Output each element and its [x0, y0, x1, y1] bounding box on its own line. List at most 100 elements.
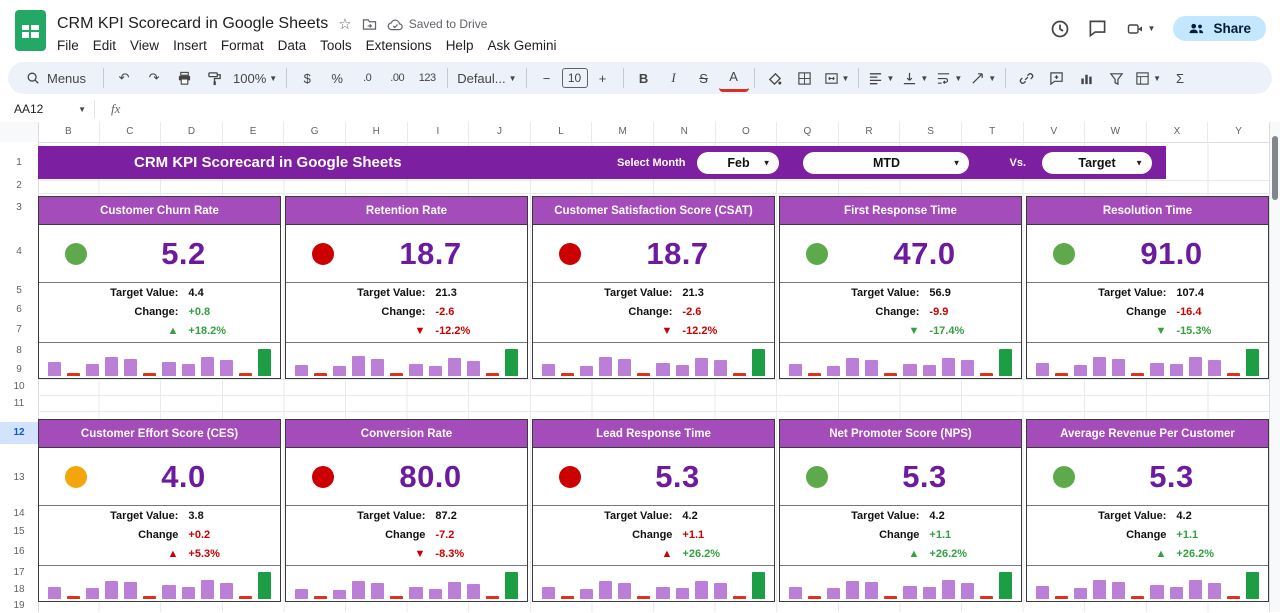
- kpi-card-lead-response-time[interactable]: Lead Response Time5.3Target Value:4.2Cha…: [532, 419, 775, 602]
- row-header-19[interactable]: 19: [0, 599, 38, 613]
- row-header-8[interactable]: 8: [0, 344, 38, 358]
- column-header-C[interactable]: C: [100, 122, 162, 142]
- menu-data[interactable]: Data: [271, 36, 314, 55]
- more-formats-button[interactable]: 123: [412, 66, 442, 90]
- menu-format[interactable]: Format: [214, 36, 271, 55]
- select-all-corner[interactable]: [0, 122, 39, 143]
- row-header-17[interactable]: 17: [0, 566, 38, 580]
- font-select[interactable]: Defaul...▼: [453, 66, 520, 90]
- merge-cells-button[interactable]: ▼: [820, 66, 854, 90]
- column-header-I[interactable]: I: [408, 122, 470, 142]
- insert-link-button[interactable]: [1011, 66, 1041, 90]
- text-color-button[interactable]: A: [719, 65, 749, 92]
- star-icon[interactable]: ☆: [338, 17, 351, 32]
- borders-button[interactable]: [790, 66, 820, 90]
- move-folder-icon[interactable]: [362, 18, 377, 31]
- kpi-card-customer-effort-score-ces[interactable]: Customer Effort Score (CES)4.0Target Val…: [38, 419, 281, 602]
- menu-ask-gemini[interactable]: Ask Gemini: [480, 36, 563, 55]
- column-header-J[interactable]: J: [469, 122, 531, 142]
- vertical-align-button[interactable]: ▼: [898, 66, 932, 90]
- scrollbar-thumb[interactable]: [1272, 136, 1278, 200]
- functions-button[interactable]: Σ: [1165, 66, 1195, 90]
- name-box[interactable]: AA12 ▼: [0, 102, 86, 116]
- compare-dropdown[interactable]: Target▼: [1042, 152, 1152, 174]
- row-header-9[interactable]: 9: [0, 363, 38, 377]
- row-header-5[interactable]: 5: [0, 284, 38, 298]
- column-header-D[interactable]: D: [161, 122, 223, 142]
- row-header-6[interactable]: 6: [0, 303, 38, 317]
- undo-button[interactable]: ↶: [109, 66, 139, 90]
- column-header-M[interactable]: M: [592, 122, 654, 142]
- row-header-14[interactable]: 14: [0, 507, 38, 521]
- row-header-1[interactable]: 1: [0, 156, 38, 170]
- horizontal-align-button[interactable]: ▼: [864, 66, 898, 90]
- menu-insert[interactable]: Insert: [166, 36, 214, 55]
- column-header-W[interactable]: W: [1085, 122, 1147, 142]
- saved-status[interactable]: Saved to Drive: [387, 17, 488, 31]
- menu-view[interactable]: View: [123, 36, 166, 55]
- row-header-2[interactable]: 2: [0, 179, 38, 193]
- text-wrap-button[interactable]: ▼: [932, 66, 966, 90]
- column-header-N[interactable]: N: [654, 122, 716, 142]
- row-header-3[interactable]: 3: [0, 201, 38, 215]
- format-percent-button[interactable]: %: [322, 66, 352, 90]
- kpi-card-customer-churn-rate[interactable]: Customer Churn Rate5.2Target Value:4.4Ch…: [38, 196, 281, 379]
- column-header-S[interactable]: S: [900, 122, 962, 142]
- strikethrough-button[interactable]: S: [689, 66, 719, 90]
- kpi-card-first-response-time[interactable]: First Response Time47.0Target Value:56.9…: [779, 196, 1022, 379]
- create-filter-button[interactable]: [1101, 66, 1131, 90]
- share-button[interactable]: Share: [1173, 16, 1266, 41]
- insert-comment-button[interactable]: [1041, 66, 1071, 90]
- row-header-16[interactable]: 16: [0, 545, 38, 559]
- insert-chart-button[interactable]: [1071, 66, 1101, 90]
- zoom-select[interactable]: 100%▼: [229, 66, 281, 90]
- menu-file[interactable]: File: [50, 36, 86, 55]
- font-size-input[interactable]: 10: [562, 68, 588, 88]
- menu-extensions[interactable]: Extensions: [359, 36, 439, 55]
- version-history-icon[interactable]: [1050, 19, 1070, 39]
- redo-button[interactable]: ↷: [139, 66, 169, 90]
- column-header-R[interactable]: R: [839, 122, 901, 142]
- column-header-H[interactable]: H: [346, 122, 408, 142]
- kpi-card-retention-rate[interactable]: Retention Rate18.7Target Value:21.3Chang…: [285, 196, 528, 379]
- column-header-Y[interactable]: Y: [1208, 122, 1270, 142]
- menus-search-button[interactable]: Menus: [18, 65, 98, 91]
- fill-color-button[interactable]: [760, 66, 790, 90]
- row-header-10[interactable]: 10: [0, 380, 38, 394]
- decrease-font-size-button[interactable]: −: [532, 66, 562, 90]
- row-header-12[interactable]: 12: [0, 422, 38, 444]
- increase-font-size-button[interactable]: +: [588, 66, 618, 90]
- meet-video-icon[interactable]: ▼: [1125, 21, 1156, 37]
- increase-decimals-button[interactable]: .00: [382, 66, 412, 90]
- vertical-scrollbar[interactable]: [1269, 122, 1280, 612]
- kpi-card-resolution-time[interactable]: Resolution Time91.0Target Value:107.4Cha…: [1026, 196, 1269, 379]
- menu-edit[interactable]: Edit: [86, 36, 123, 55]
- decrease-decimals-button[interactable]: .0: [352, 66, 382, 90]
- column-header-L[interactable]: L: [531, 122, 593, 142]
- menu-help[interactable]: Help: [439, 36, 481, 55]
- column-header-Q[interactable]: Q: [777, 122, 839, 142]
- google-sheets-logo-icon[interactable]: [15, 10, 46, 51]
- column-header-G[interactable]: G: [284, 122, 346, 142]
- column-header-B[interactable]: B: [38, 122, 100, 142]
- menu-tools[interactable]: Tools: [313, 36, 359, 55]
- column-header-X[interactable]: X: [1147, 122, 1209, 142]
- row-header-11[interactable]: 11: [0, 397, 38, 411]
- column-header-O[interactable]: O: [716, 122, 778, 142]
- bold-button[interactable]: B: [629, 66, 659, 90]
- kpi-card-average-revenue-per-customer[interactable]: Average Revenue Per Customer5.3Target Va…: [1026, 419, 1269, 602]
- kpi-card-customer-satisfaction-score-csat[interactable]: Customer Satisfaction Score (CSAT)18.7Ta…: [532, 196, 775, 379]
- row-header-18[interactable]: 18: [0, 583, 38, 597]
- print-button[interactable]: [169, 66, 199, 90]
- row-header-4[interactable]: 4: [0, 245, 38, 259]
- column-header-T[interactable]: T: [962, 122, 1024, 142]
- document-title[interactable]: CRM KPI Scorecard in Google Sheets: [57, 15, 328, 33]
- kpi-card-net-promoter-score-nps[interactable]: Net Promoter Score (NPS)5.3Target Value:…: [779, 419, 1022, 602]
- month-dropdown[interactable]: Feb▼: [697, 152, 779, 174]
- filter-views-button[interactable]: ▼: [1131, 66, 1165, 90]
- format-currency-button[interactable]: $: [292, 66, 322, 90]
- kpi-card-conversion-rate[interactable]: Conversion Rate80.0Target Value:87.2Chan…: [285, 419, 528, 602]
- row-header-13[interactable]: 13: [0, 471, 38, 485]
- period-dropdown[interactable]: MTD▼: [803, 152, 969, 174]
- column-header-V[interactable]: V: [1024, 122, 1086, 142]
